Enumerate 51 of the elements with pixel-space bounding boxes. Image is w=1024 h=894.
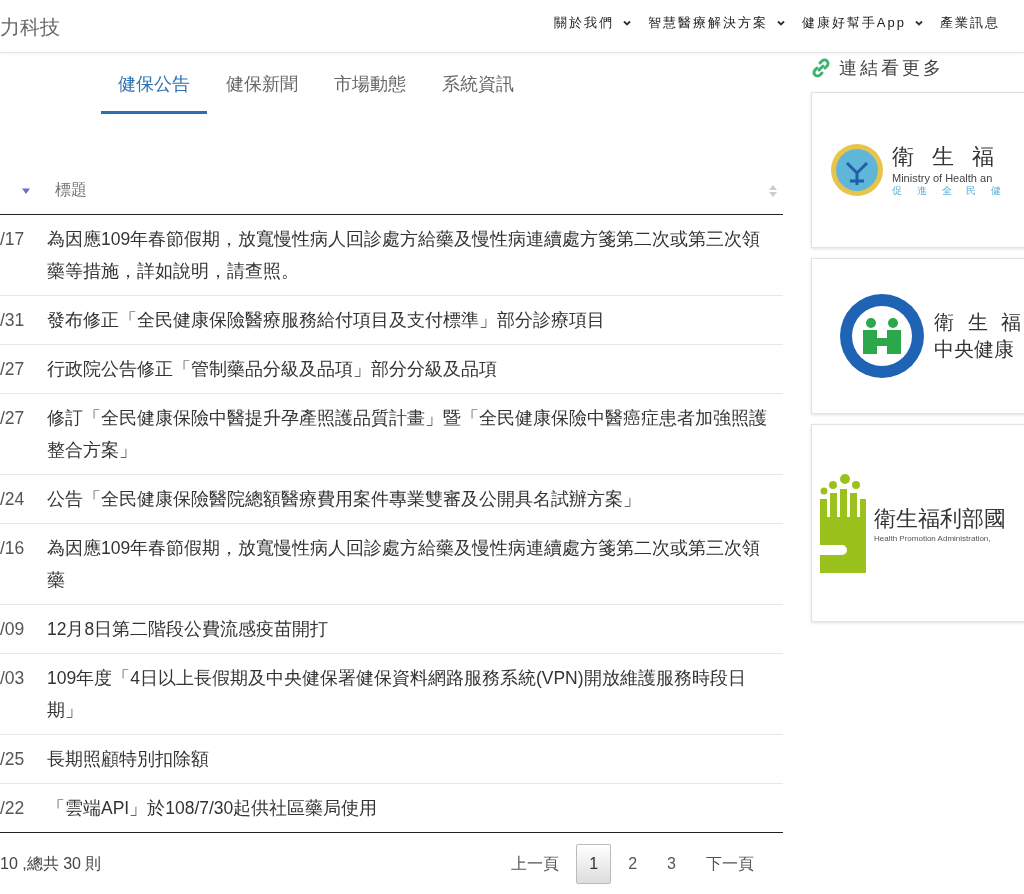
tab[interactable]: 市場動態 xyxy=(317,69,423,114)
date-cell-text: /17 xyxy=(0,228,26,251)
emblem-icon xyxy=(838,292,926,380)
record-count: 10 ,總共 30 則 xyxy=(0,853,102,874)
logo-text: Health Promotion Administration, xyxy=(874,533,992,543)
announcement-link[interactable]: 12月8日第二階段公費流感疫苗開打 xyxy=(47,613,783,645)
announcement-link[interactable]: 發布修正「全民健康保險醫療服務給付項目及支付標準」部分診療項目 xyxy=(47,304,783,336)
page-button[interactable]: 上一頁 xyxy=(498,842,573,886)
logo-text: 中央健康 xyxy=(934,337,1015,362)
partner-logo-card[interactable]: 衛 生 福 中央健康 xyxy=(811,258,1024,414)
date-cell-text: /09 xyxy=(0,618,26,641)
logo-text: 促 進 全 民 健 xyxy=(892,184,1008,198)
page-button[interactable]: 1 xyxy=(576,844,612,884)
announcement-link[interactable]: 為因應109年春節假期，放寬慢性病人回診處方給藥及慢性病連續處方箋第二次或第三次領藥等措施，詳如說明，請查照。 xyxy=(47,223,783,287)
announcement-link[interactable]: 「雲端API」於108/7/30起供社區藥局使用 xyxy=(47,792,783,824)
tab[interactable]: 健保新聞 xyxy=(209,69,315,114)
partner-logo-card[interactable]: 衛 生 福 Ministry of Health an 促 進 全 民 健 xyxy=(811,92,1024,248)
announcement-link[interactable]: 公告「全民健康保險醫院總額醫療費用案件專業雙審及公開具名試辦方案」 xyxy=(47,483,783,515)
page-button[interactable]: 下一頁 xyxy=(693,842,767,886)
date-cell-text: /31 xyxy=(0,309,26,332)
date-cell-text: /27 xyxy=(0,407,26,430)
logo-text: 衛生福利部國 xyxy=(874,504,1006,533)
date-cell-text: /22 xyxy=(0,797,26,820)
announcement-link[interactable]: 修訂「全民健康保險中醫提升孕產照護品質計畫」暨「全民健康保險中醫癌症患者加強照護整合方案」 xyxy=(47,402,783,466)
emblem-icon xyxy=(830,143,884,197)
date-cell-text: /25 xyxy=(0,748,26,771)
page-button[interactable]: 2 xyxy=(615,844,651,884)
logo-text: 衛 生 福 xyxy=(934,310,1024,335)
partner-logo-card[interactable]: 衛生福利部國 Health Promotion Administration, xyxy=(811,424,1024,622)
date-cell-text: /03 xyxy=(0,667,26,690)
page-button[interactable]: 3 xyxy=(654,844,689,884)
date-cell-text: /24 xyxy=(0,488,26,511)
date-cell-text: /16 xyxy=(0,537,26,560)
nav-menu-item[interactable]: 關於我們 xyxy=(553,14,632,32)
tab[interactable]: 系統資訊 xyxy=(425,69,531,114)
emblem-icon xyxy=(820,473,866,573)
nav-menu-item[interactable]: 健康好幫手App xyxy=(801,14,924,32)
nav-menu-item[interactable]: 智慧醫療解決方案 xyxy=(647,14,786,32)
nav-menu-item[interactable]: 產業訊息 xyxy=(940,14,1000,32)
announcement-link[interactable]: 長期照顧特別扣除額 xyxy=(47,743,783,775)
logo-text: Ministry of Health an xyxy=(892,172,994,184)
announcement-link[interactable]: 為因應109年春節假期，放寬慢性病人回診處方給藥及慢性病連續處方箋第二次或第三次領藥 xyxy=(47,532,783,596)
link-icon xyxy=(811,58,831,78)
sidebar-title: 連結看更多 xyxy=(839,57,944,80)
brand-name[interactable]: 力科技 xyxy=(0,11,60,41)
announcement-link[interactable]: 109年度「4日以上長假期及中央健保署健保資料網路服務系統(VPN)開放維護服務時段日期」 xyxy=(47,662,783,726)
column-header[interactable]: 標題 xyxy=(55,180,87,201)
announcement-link[interactable]: 行政院公告修正「管制藥品分級及品項」部分分級及品項 xyxy=(47,353,783,385)
tab[interactable]: 健保公告 xyxy=(101,69,207,114)
logo-text: 衛 生 福 xyxy=(892,143,1002,171)
date-cell-text: /27 xyxy=(0,358,26,381)
